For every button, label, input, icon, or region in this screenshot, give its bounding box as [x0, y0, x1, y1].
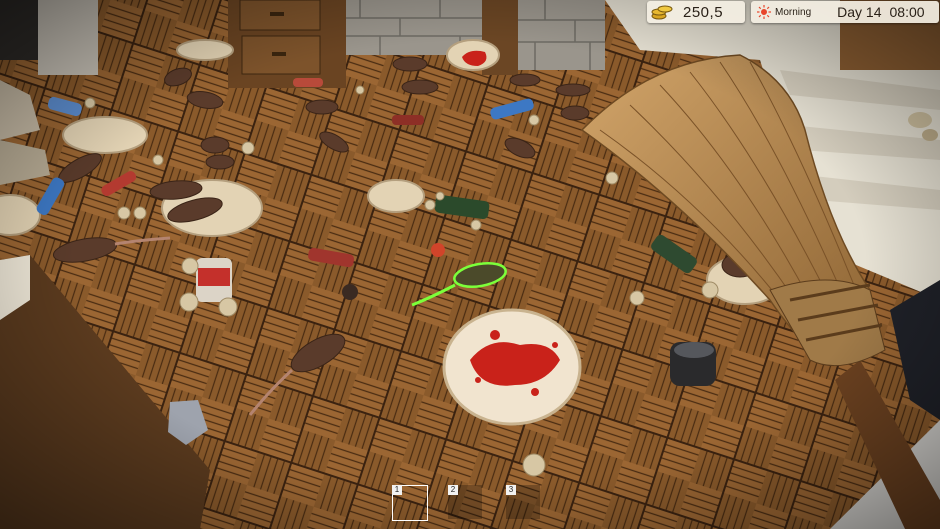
money-value: 250,5: [683, 3, 724, 21]
hotbar-slot-1[interactable]: 1: [392, 485, 428, 521]
moon-icon: [817, 7, 823, 17]
hotbar-slot-number: 2: [448, 485, 458, 495]
sun-icon: [757, 5, 771, 19]
time-display: Morning Day 14 08:00: [751, 1, 939, 23]
money-display: 250,5: [647, 1, 745, 23]
time-of-day-label: Morning: [775, 6, 812, 18]
vignette: [0, 0, 940, 529]
hotbar-slot-3[interactable]: 3: [506, 485, 542, 521]
game-scene[interactable]: [0, 0, 940, 529]
hotbar-slot-number: 1: [392, 485, 402, 495]
clock-time: 08:00: [889, 4, 925, 20]
coins-icon: [651, 5, 673, 20]
hotbar-slot-2[interactable]: 2: [448, 485, 484, 521]
hotbar-slot-number: 3: [506, 485, 516, 495]
day-counter: Day 14: [837, 4, 882, 20]
